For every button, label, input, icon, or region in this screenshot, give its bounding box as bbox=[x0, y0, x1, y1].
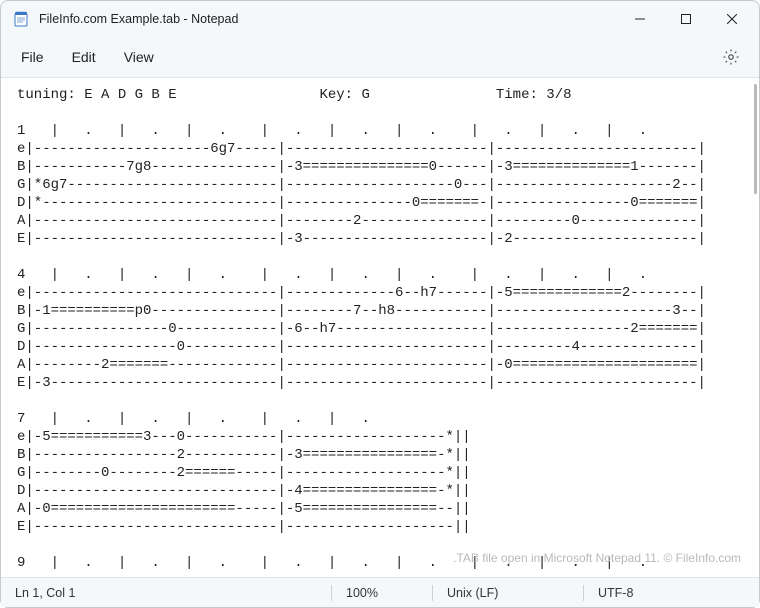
minimize-button[interactable] bbox=[617, 3, 663, 35]
status-cursor-position: Ln 1, Col 1 bbox=[1, 578, 331, 607]
statusbar: Ln 1, Col 1 100% Unix (LF) UTF-8 bbox=[1, 577, 759, 607]
watermark-text: .TAB file open in Microsoft Notepad 11. … bbox=[453, 551, 741, 565]
notepad-app-icon bbox=[13, 11, 29, 27]
settings-button[interactable] bbox=[711, 37, 751, 77]
menu-view[interactable]: View bbox=[112, 43, 166, 71]
maximize-button[interactable] bbox=[663, 3, 709, 35]
window-title: FileInfo.com Example.tab - Notepad bbox=[39, 12, 238, 26]
status-line-ending: Unix (LF) bbox=[433, 578, 583, 607]
titlebar: FileInfo.com Example.tab - Notepad bbox=[1, 1, 759, 37]
menu-file[interactable]: File bbox=[9, 43, 56, 71]
scrollbar-thumb[interactable] bbox=[754, 84, 757, 194]
editor-area: tuning: E A D G B E Key: G Time: 3/8 1 |… bbox=[1, 77, 759, 577]
vertical-scrollbar[interactable] bbox=[743, 78, 759, 577]
close-button[interactable] bbox=[709, 3, 755, 35]
notepad-window: FileInfo.com Example.tab - Notepad File … bbox=[0, 0, 760, 608]
menu-edit[interactable]: Edit bbox=[60, 43, 108, 71]
status-encoding: UTF-8 bbox=[584, 578, 759, 607]
menubar: File Edit View bbox=[1, 37, 759, 77]
status-zoom[interactable]: 100% bbox=[332, 578, 432, 607]
text-editor[interactable]: tuning: E A D G B E Key: G Time: 3/8 1 |… bbox=[1, 78, 759, 577]
